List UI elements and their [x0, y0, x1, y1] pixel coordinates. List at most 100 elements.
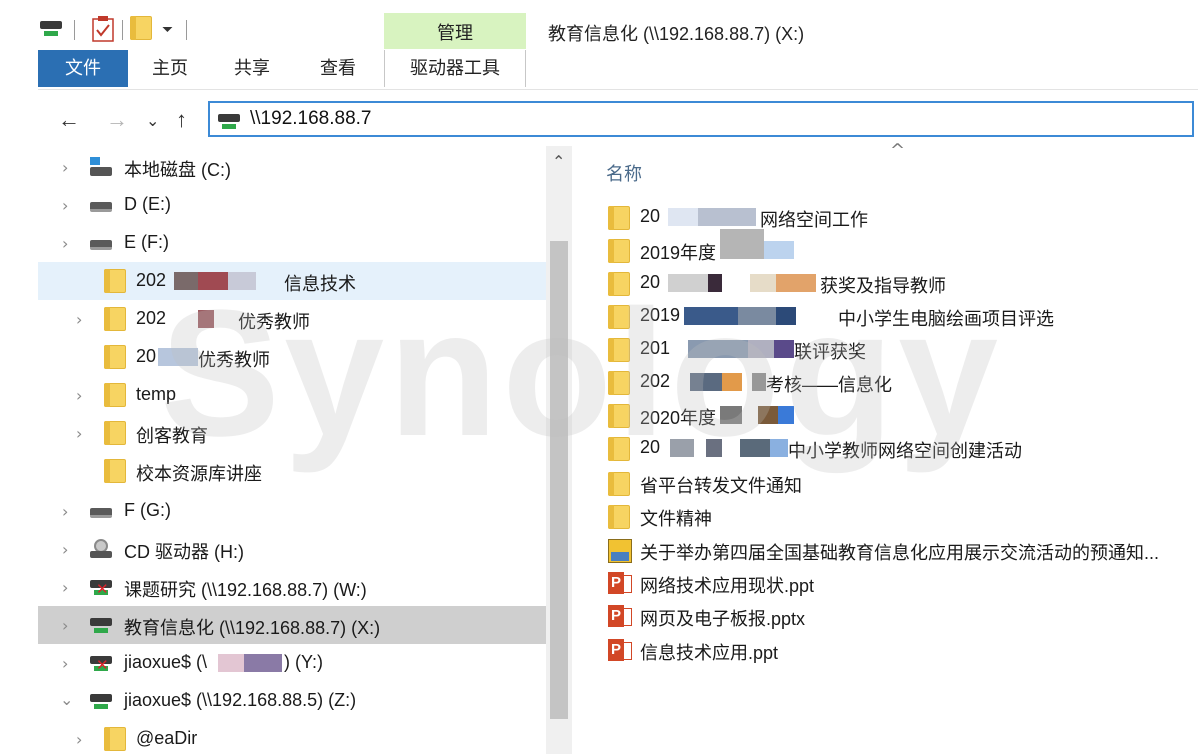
column-header-name[interactable]: 名称 [606, 160, 642, 186]
tree-item[interactable]: 202 信息技术 [38, 262, 546, 300]
tree-item[interactable]: › 教育信息化 (\\192.168.88.7) (X:) [38, 606, 546, 644]
address-text[interactable]: \\192.168.88.7 [250, 108, 372, 130]
tree-item-label: 教育信息化 (\\192.168.88.7) (X:) [124, 618, 381, 638]
tree-item[interactable]: › temp [38, 376, 546, 414]
tree-item[interactable]: › E (F:) [38, 224, 546, 262]
disconnected-network-drive-icon: ✕ [90, 653, 112, 673]
new-folder-icon[interactable] [130, 16, 152, 40]
tab-file[interactable]: 文件 [38, 50, 128, 87]
tree-item[interactable]: 20 优秀教师 [38, 338, 546, 376]
address-bar[interactable]: \\192.168.88.7 [208, 101, 1194, 137]
list-item[interactable]: P 网页及电子板报.pptx [604, 601, 1200, 634]
chevron-right-icon[interactable]: › [62, 502, 68, 521]
list-item[interactable]: 2020年度 [604, 400, 1200, 433]
redaction-mosaic [218, 654, 244, 672]
list-item[interactable]: 关于举办第四届全国基础教育信息化应用展示交流活动的预通知... [604, 535, 1200, 568]
list-item[interactable]: 文件精神 [604, 501, 1200, 534]
list-item[interactable]: 20 中小学教师网络空间创建活动 [604, 433, 1200, 466]
tree-item[interactable]: › D (E:) [38, 186, 546, 224]
tree-item-label: jiaoxue$ (\ [124, 652, 208, 672]
redaction-mosaic [758, 406, 778, 424]
file-name: 201 [640, 338, 671, 358]
title-bar: ⏷ 教育信息化 (\\192.168.88.7) (X:) [0, 0, 1200, 50]
redaction-mosaic [706, 439, 722, 457]
file-name: 20 [640, 272, 661, 292]
tree-item[interactable]: › 202 优秀教师 [38, 300, 546, 338]
context-group-label: 管理 [437, 23, 473, 43]
tree-item[interactable]: › 本地磁盘 (C:) [38, 148, 546, 186]
tree-item[interactable]: › ✕ jiaoxue$ (\ ) (Y:) [38, 644, 546, 682]
folder-icon [608, 371, 630, 395]
tree-item[interactable]: 校本资源库讲座 [38, 452, 546, 490]
chevron-right-icon[interactable]: › [76, 386, 82, 405]
tab-drive-tools[interactable]: 驱动器工具 [384, 50, 526, 87]
file-name: 2019 [640, 305, 681, 325]
file-name: 文件精神 [640, 509, 712, 529]
back-button[interactable]: ← [58, 107, 80, 133]
folder-icon [608, 472, 630, 496]
tree-scrollbar[interactable]: ⌃ [546, 146, 572, 754]
tab-home[interactable]: 主页 [140, 50, 200, 87]
chevron-right-icon[interactable]: › [62, 654, 68, 673]
list-item[interactable]: P 网络技术应用现状.ppt [604, 568, 1200, 601]
list-item[interactable]: 省平台转发文件通知 [604, 468, 1200, 501]
chevron-right-icon[interactable]: › [62, 616, 68, 635]
folder-icon [608, 206, 630, 230]
chevron-right-icon[interactable]: › [76, 424, 82, 443]
customize-toolbar-icon[interactable]: ⏷ [162, 22, 173, 38]
folder-icon [608, 305, 630, 329]
recent-locations-button[interactable]: ⌄ [146, 108, 159, 134]
tree-item[interactable]: › 创客教育 [38, 414, 546, 452]
list-item[interactable]: 20 获奖及指导教师 [604, 268, 1200, 301]
folder-icon [608, 404, 630, 428]
chevron-right-icon[interactable]: › [62, 196, 68, 215]
redaction-mosaic [244, 654, 282, 672]
tree-item-label: jiaoxue$ (\\192.168.88.5) (Z:) [124, 690, 357, 710]
chevron-right-icon[interactable]: › [76, 730, 82, 749]
properties-icon[interactable] [92, 16, 114, 47]
network-drive-icon [90, 615, 112, 635]
list-item[interactable]: 20 网络空间工作 [604, 202, 1200, 235]
chevron-right-icon[interactable]: › [76, 310, 82, 329]
tree-item-label: 优秀教师 [198, 350, 270, 370]
file-name: 202 [640, 371, 671, 391]
navigation-pane[interactable]: › 本地磁盘 (C:) › D (E:) › E (F:) 202 信息技术 ›… [38, 146, 546, 754]
tab-share[interactable]: 共享 [222, 50, 282, 87]
separator [122, 20, 123, 40]
drive-icon [90, 195, 112, 212]
tree-item[interactable]: › @eaDir [38, 720, 546, 754]
sort-ascending-icon[interactable]: ^ [890, 140, 905, 161]
chevron-right-icon[interactable]: › [62, 540, 68, 559]
up-button[interactable]: ↑ [176, 107, 187, 133]
tree-item[interactable]: ⌄ jiaoxue$ (\\192.168.88.5) (Z:) [38, 682, 546, 720]
redaction-mosaic [720, 406, 742, 424]
chevron-right-icon[interactable]: › [62, 578, 68, 597]
tree-item-label: 校本资源库讲座 [136, 464, 262, 484]
redaction-mosaic [708, 274, 722, 292]
tab-view[interactable]: 查看 [308, 50, 368, 87]
separator [74, 20, 75, 40]
chevron-down-icon[interactable]: ⌄ [60, 690, 73, 709]
folder-icon [104, 459, 126, 483]
chevron-right-icon[interactable]: › [62, 158, 68, 177]
forward-button[interactable]: → [106, 107, 128, 133]
list-item[interactable]: 201 联评获奖 [604, 334, 1200, 367]
tree-item[interactable]: › CD 驱动器 (H:) [38, 530, 546, 568]
list-item[interactable]: 2019 中小学生电脑绘画项目评选 [604, 301, 1200, 334]
network-drive-icon[interactable] [40, 18, 62, 38]
file-list[interactable]: ^ 名称 20 网络空间工作 2019年度 20 获奖及指导教师 2019 中小… [572, 140, 1200, 754]
chevron-right-icon[interactable]: › [62, 234, 68, 253]
list-item[interactable]: 2019年度 [604, 229, 1200, 268]
redaction-mosaic [668, 208, 698, 226]
scroll-up-arrow-icon[interactable]: ⌃ [552, 152, 565, 171]
redaction-mosaic [752, 373, 766, 391]
scroll-thumb[interactable] [550, 241, 568, 719]
context-group-manage: 管理 [384, 13, 526, 49]
list-item[interactable]: 202 考核——信息化 [604, 367, 1200, 400]
list-item[interactable]: P 信息技术应用.ppt [604, 635, 1200, 668]
tree-item-label: 信息技术 [284, 274, 356, 294]
tree-item[interactable]: › ✕ 课题研究 (\\192.168.88.7) (W:) [38, 568, 546, 606]
file-name: 中小学教师网络空间创建活动 [788, 441, 1022, 461]
tree-item-label: 202 [136, 270, 167, 290]
tree-item[interactable]: › F (G:) [38, 492, 546, 530]
